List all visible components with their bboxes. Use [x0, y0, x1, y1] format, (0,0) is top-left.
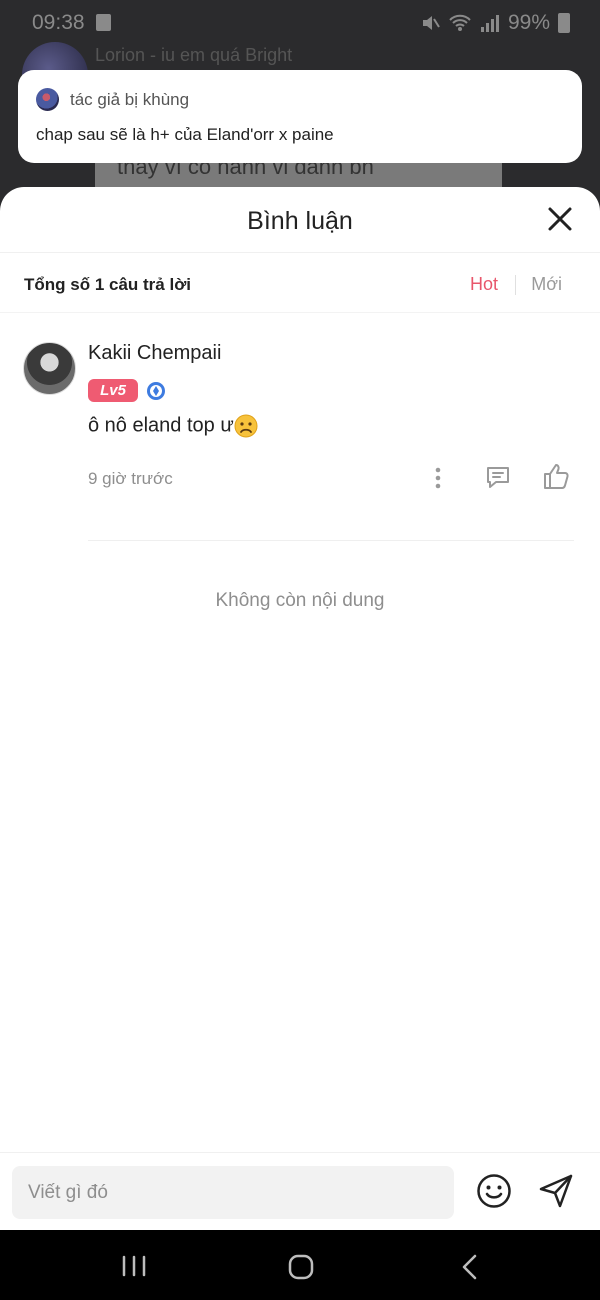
comment-input-bar	[0, 1152, 600, 1230]
reply-icon[interactable]	[484, 463, 512, 491]
comment-body: ô nô eland top ư	[88, 414, 234, 437]
verified-badge-icon	[147, 382, 165, 400]
back-icon[interactable]	[459, 1254, 481, 1280]
send-icon[interactable]	[538, 1173, 574, 1209]
signal-icon	[480, 15, 499, 32]
summary-row: Tổng số 1 câu trả lời Hot Mới	[0, 253, 600, 313]
sort-new-tab[interactable]: Mới	[531, 274, 562, 295]
status-bar: 09:38 99%	[0, 0, 600, 46]
mute-icon	[422, 16, 440, 30]
notification-message: chap sau sẽ là h+ của Eland'orr x paine	[36, 125, 334, 144]
sheet-header: Bình luận	[0, 187, 600, 253]
reply-count: Tổng số 1 câu trả lời	[24, 275, 192, 294]
background-title: Lorion - iu em quá Bright	[95, 45, 293, 65]
sheet-title: Bình luận	[247, 207, 353, 235]
close-icon[interactable]	[546, 205, 574, 233]
comments-sheet: Bình luận Tổng số 1 câu trả lời Hot Mới …	[0, 187, 600, 1230]
status-time: 09:38	[32, 11, 85, 34]
more-options-icon[interactable]	[429, 465, 447, 491]
comment-time: 9 giờ trước	[88, 469, 173, 488]
comment-input[interactable]	[12, 1166, 454, 1219]
emoji-icon[interactable]	[476, 1173, 512, 1209]
comment-divider	[88, 540, 574, 541]
battery-percent: 99%	[507, 11, 550, 34]
recent-apps-icon[interactable]	[121, 1255, 147, 1277]
worried-face-icon	[234, 414, 258, 438]
like-icon[interactable]	[541, 461, 571, 491]
comment-text: ô nô eland top ư	[88, 414, 258, 438]
wifi-icon	[449, 14, 471, 31]
notification-toast[interactable]: tác giả bị khùng chap sau sẽ là h+ của E…	[18, 70, 582, 163]
sort-divider	[515, 275, 516, 295]
comment-username[interactable]: Kakii Chempaii	[88, 342, 221, 365]
battery-icon	[558, 13, 570, 33]
sim-icon	[96, 14, 111, 31]
avatar[interactable]	[23, 342, 76, 395]
level-badge: Lv5	[88, 379, 138, 402]
sort-hot-tab[interactable]: Hot	[470, 274, 498, 295]
no-more-content-text: Không còn nội dung	[215, 590, 385, 611]
system-nav-bar	[0, 1230, 600, 1300]
notification-avatar	[36, 88, 59, 111]
comment-item: Kakii Chempaii Lv5 ô nô eland top ư 9 gi…	[0, 313, 600, 543]
notification-author: tác giả bị khùng	[70, 90, 190, 109]
home-icon[interactable]	[288, 1254, 314, 1280]
